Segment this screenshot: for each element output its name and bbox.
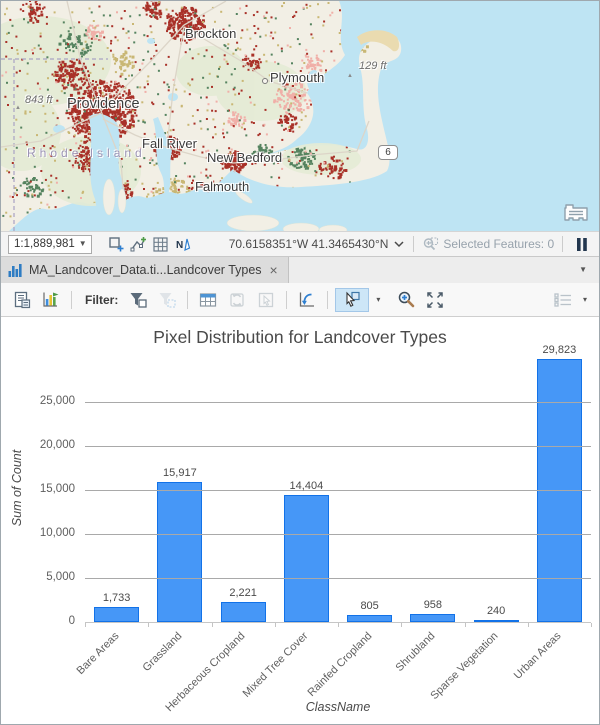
y-tick-label: 20,000 — [1, 439, 75, 451]
show-table-button[interactable] — [195, 288, 221, 312]
view-tab-bar: MA_Landcover_Data.ti...Landcover Types ×… — [1, 256, 599, 283]
bar-value-label: 2,221 — [203, 587, 283, 599]
full-extent-button[interactable] — [422, 288, 448, 312]
pause-drawing-button[interactable] — [571, 234, 593, 254]
coordinates-readout: 70.6158351°W 41.3465430°N — [229, 237, 389, 251]
filter-label: Filter: — [85, 293, 118, 307]
close-icon[interactable]: × — [268, 263, 280, 277]
arcgis-window: BrocktonPlymouthProvidenceFall RiverNew … — [0, 0, 600, 725]
chart-panel: Pixel Distribution for Landcover Types S… — [1, 317, 599, 724]
edit-features-button[interactable] — [130, 234, 147, 254]
north-arrow-button[interactable]: N — [174, 234, 191, 254]
separator — [413, 236, 414, 252]
map-view[interactable]: BrocktonPlymouthProvidenceFall RiverNew … — [1, 1, 599, 231]
x-tick-mark — [148, 623, 149, 627]
y-tick-label: 15,000 — [1, 483, 75, 495]
separator — [187, 291, 188, 309]
tab-landcover-chart[interactable]: MA_Landcover_Data.ti...Landcover Types × — [1, 257, 289, 283]
basemap — [1, 1, 599, 231]
gridline — [85, 534, 591, 535]
gridline — [85, 446, 591, 447]
x-tick-mark — [401, 623, 402, 627]
refresh-chart-button[interactable] — [224, 288, 250, 312]
filter-by-extent-button[interactable] — [154, 288, 180, 312]
grid-button[interactable] — [152, 234, 169, 254]
chart-title: Pixel Distribution for Landcover Types — [1, 327, 599, 348]
select-tool-button[interactable] — [335, 288, 369, 312]
bar[interactable] — [94, 607, 139, 622]
x-tick-mark — [338, 623, 339, 627]
separator — [327, 291, 328, 309]
tab-list-dropdown[interactable]: ▼ — [567, 257, 599, 283]
x-tick-mark — [212, 623, 213, 627]
chart-plot: 1,73315,9172,22114,40480595824029,823 — [85, 357, 591, 622]
selected-features-label: Selected Features: 0 — [443, 237, 554, 251]
x-tick-mark — [591, 623, 592, 627]
coordinates-menu-chevron[interactable] — [393, 235, 405, 253]
tab-title: MA_Landcover_Data.ti...Landcover Types — [29, 263, 262, 277]
x-tick-mark — [275, 623, 276, 627]
separator — [562, 236, 563, 252]
chart-properties-button[interactable] — [9, 288, 35, 312]
chart-toolbar: Filter: ▾ — [1, 283, 599, 317]
y-tick-label: 25,000 — [1, 395, 75, 407]
gridline — [85, 402, 591, 403]
chart-series-list-button[interactable] — [550, 288, 576, 312]
bar-value-label: 1,733 — [77, 592, 157, 604]
bar[interactable] — [157, 482, 202, 622]
bar[interactable] — [347, 615, 392, 622]
selected-features-indicator[interactable]: Selected Features: 0 — [422, 236, 554, 252]
separator — [71, 291, 72, 309]
bar-chart-icon — [7, 262, 23, 278]
scale-value: 1:1,889,981 — [9, 238, 75, 250]
select-tool-dropdown[interactable]: ▾ — [372, 296, 384, 304]
dock-pane-icon[interactable] — [563, 203, 589, 223]
bar[interactable] — [221, 602, 266, 622]
bar-value-label: 14,404 — [266, 480, 346, 492]
x-tick-mark — [85, 623, 86, 627]
y-tick-label: 5,000 — [1, 571, 75, 583]
zoom-in-button[interactable] — [393, 288, 419, 312]
map-status-bar: 1:1,889,981 ▼ N 70.6158351°W 41.3465430°… — [1, 231, 599, 256]
selection-magnifier-icon — [422, 236, 439, 252]
bar-value-label: 29,823 — [519, 344, 599, 356]
new-map-extent-button[interactable] — [108, 234, 125, 254]
x-tick-mark — [465, 623, 466, 627]
chevron-down-icon[interactable]: ▼ — [75, 240, 91, 248]
gridline — [85, 578, 591, 579]
series-list-dropdown[interactable]: ▾ — [579, 296, 591, 304]
y-tick-label: 10,000 — [1, 527, 75, 539]
selection-tools-button[interactable] — [253, 288, 279, 312]
bar[interactable] — [284, 495, 329, 622]
flip-axes-button[interactable] — [294, 288, 320, 312]
separator — [286, 291, 287, 309]
y-tick-label: 0 — [1, 615, 75, 627]
bar-value-label: 240 — [456, 605, 536, 617]
x-tick-mark — [528, 623, 529, 627]
svg-text:N: N — [176, 240, 183, 251]
bar-value-label: 15,917 — [140, 467, 220, 479]
bar[interactable] — [410, 614, 455, 622]
new-chart-button[interactable] — [38, 288, 64, 312]
filter-by-selection-button[interactable] — [125, 288, 151, 312]
scale-combobox[interactable]: 1:1,889,981 ▼ — [8, 235, 92, 254]
x-axis-line — [85, 622, 591, 623]
